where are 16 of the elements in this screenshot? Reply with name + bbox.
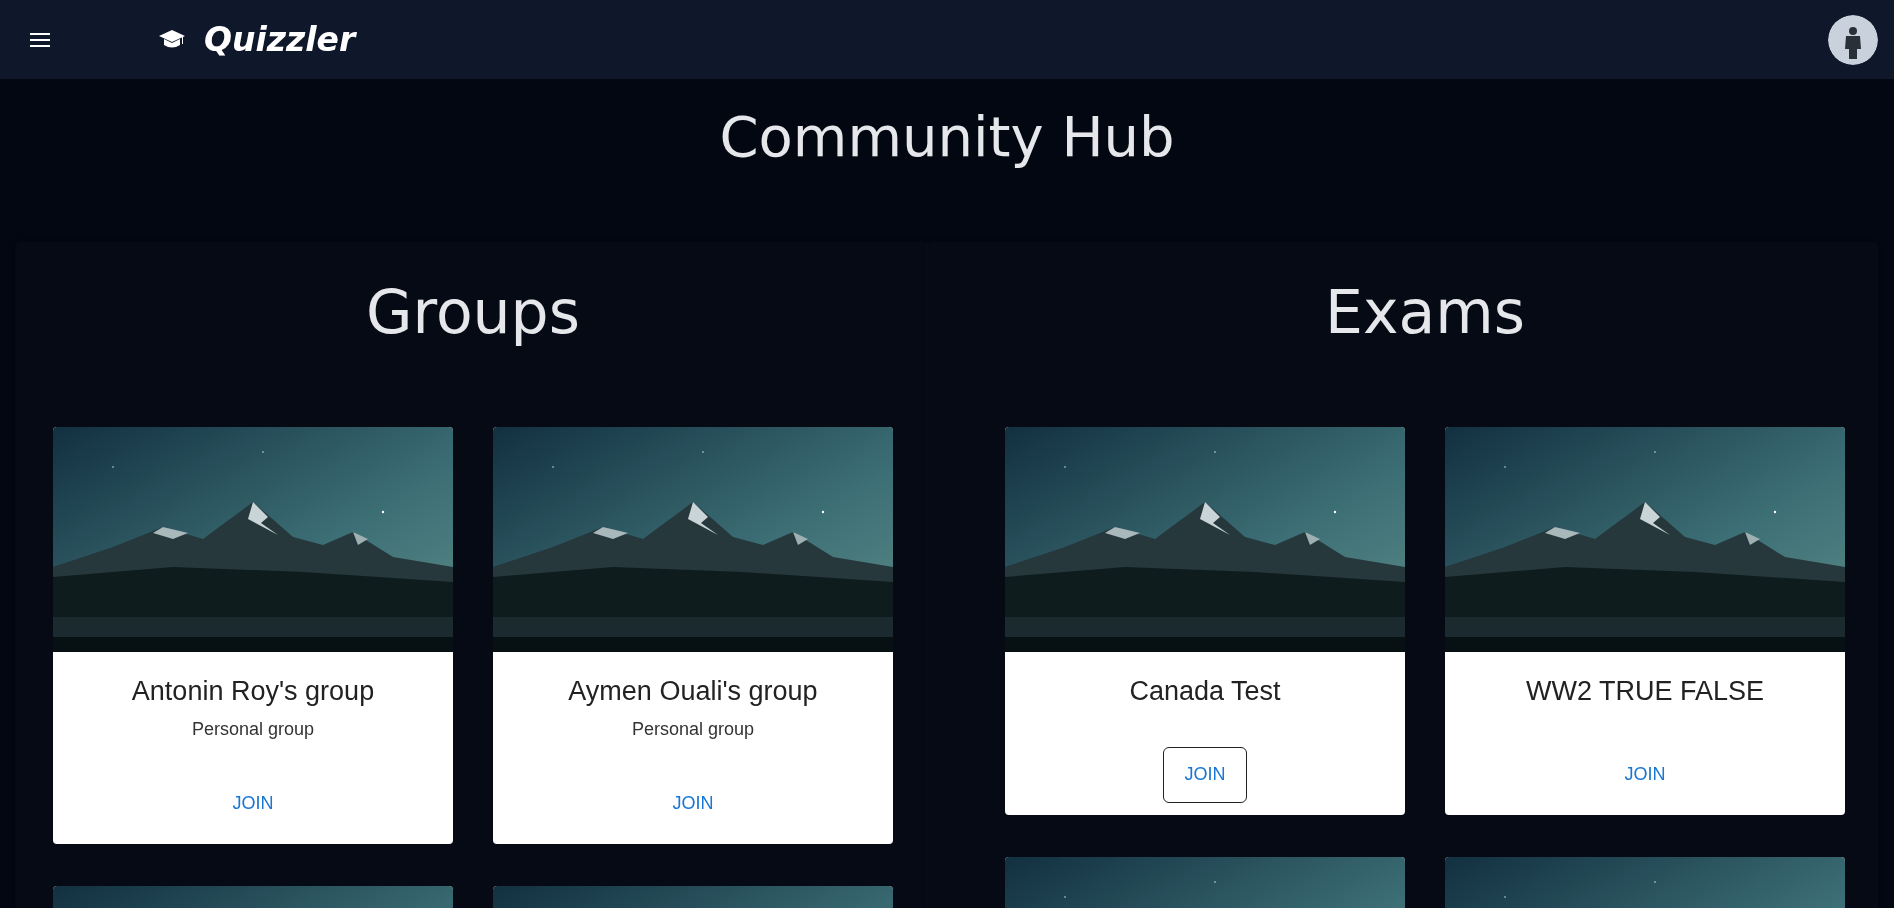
app-logo[interactable]: Quizzler <box>204 20 356 59</box>
join-button[interactable]: JOIN <box>651 775 735 832</box>
avatar[interactable] <box>1828 14 1878 65</box>
card-title: Aymen Ouali's group <box>568 675 818 707</box>
section-heading: Groups <box>365 275 581 349</box>
page-title: Community Hub <box>718 103 1176 171</box>
join-button[interactable]: JOIN <box>1603 746 1687 803</box>
card-subtitle: Personal group <box>631 718 755 740</box>
card-subtitle: Personal group <box>191 718 315 740</box>
join-button[interactable]: JOIN <box>211 775 295 832</box>
join-button[interactable]: JOIN <box>1163 746 1247 803</box>
card-title: Canada Test <box>1129 675 1281 707</box>
menu-icon <box>28 30 52 49</box>
section-heading: Exams <box>1324 275 1526 349</box>
card-title: WW2 TRUE FALSE <box>1525 675 1764 707</box>
card-title: Antonin Roy's group <box>131 675 375 707</box>
